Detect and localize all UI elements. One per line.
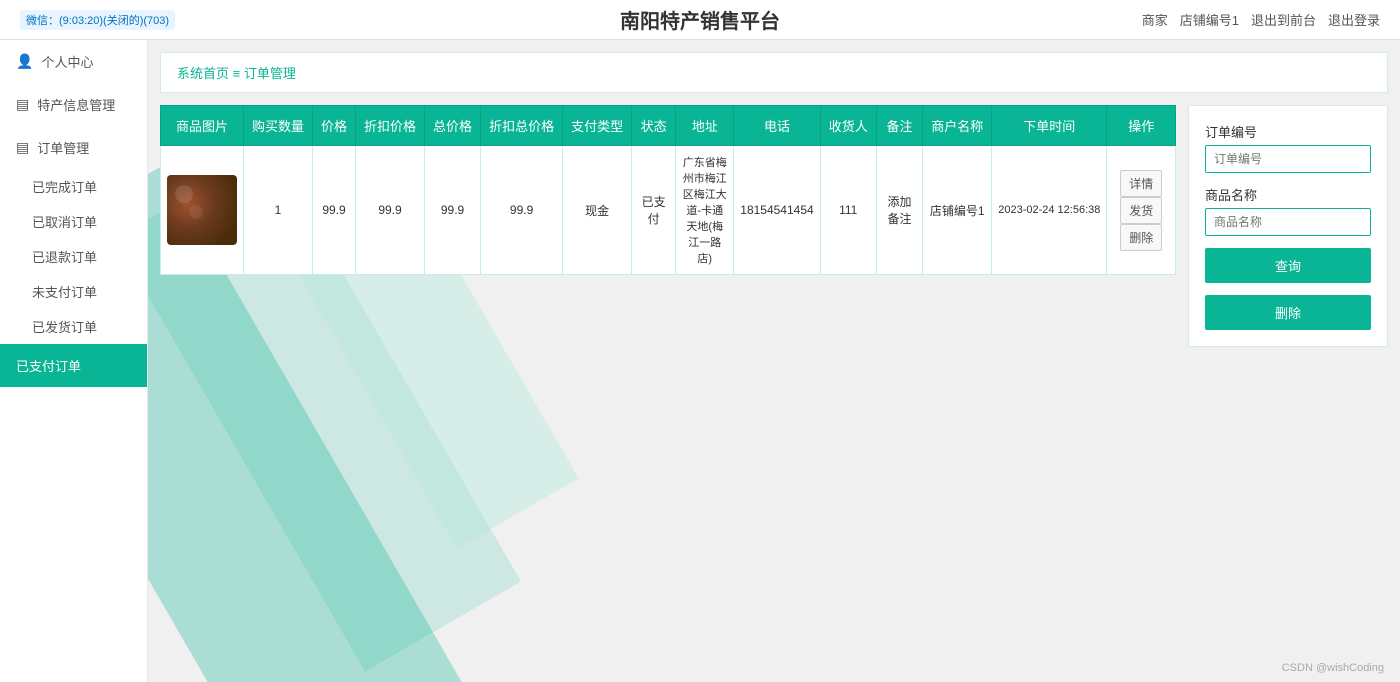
breadcrumb: 系统首页 ≡ 订单管理 [160, 52, 1388, 93]
search-button[interactable]: 查询 [1205, 248, 1371, 283]
order-no-label: 订单编号 [1205, 122, 1371, 141]
sidebar-item-orders[interactable]: ▤ 订单管理 [0, 126, 147, 169]
cell-price: 99.9 [313, 146, 356, 275]
col-remark: 备注 [876, 106, 923, 146]
col-receiver: 收货人 [820, 106, 876, 146]
product-image [167, 175, 237, 245]
sidebar: 👤 个人中心 ▤ 特产信息管理 ▤ 订单管理 已完成订单 已取消订单 已退款订单… [0, 40, 148, 682]
order-no-section: 订单编号 [1205, 122, 1371, 173]
main-area: 系统首页 ≡ 订单管理 商品图片 购买数量 价格 [148, 40, 1400, 682]
breadcrumb-current: 订单管理 [244, 66, 296, 81]
cell-image [161, 146, 244, 275]
top-nav: 商家 店铺编号1 退出到前台 退出登录 [1142, 10, 1380, 29]
nav-store[interactable]: 店铺编号1 [1180, 10, 1239, 29]
sidebar-item-cancelled[interactable]: 已取消订单 [0, 204, 147, 239]
site-title: 南阳特产销售平台 [620, 5, 780, 34]
products-icon: ▤ [16, 96, 29, 113]
col-discount-price: 折扣价格 [356, 106, 425, 146]
cell-merchant: 店铺编号1 [923, 146, 992, 275]
cell-total: 99.9 [425, 146, 481, 275]
sidebar-item-products[interactable]: ▤ 特产信息管理 [0, 83, 147, 126]
breadcrumb-separator: ≡ [233, 66, 244, 81]
content-area: 商品图片 购买数量 价格 折扣价格 总价格 折扣总价格 支付类型 状态 地址 电… [160, 105, 1388, 682]
sidebar-label-orders: 订单管理 [37, 138, 89, 157]
footer: CSDN @wishCoding [1282, 662, 1384, 674]
delete-button[interactable]: 删除 [1205, 295, 1371, 330]
col-phone: 电话 [734, 106, 820, 146]
col-image: 商品图片 [161, 106, 244, 146]
order-no-input[interactable] [1205, 145, 1371, 173]
detail-button[interactable]: 详情 [1120, 170, 1162, 197]
sidebar-item-shipped[interactable]: 已发货订单 [0, 309, 147, 344]
col-address: 地址 [676, 106, 734, 146]
col-price: 价格 [313, 106, 356, 146]
debug-info: 微信：(9:03:20)(关闭的)(703) [20, 10, 175, 30]
col-actions: 操作 [1107, 106, 1176, 146]
cell-status: 已支付 [632, 146, 676, 275]
table-area[interactable]: 商品图片 购买数量 价格 折扣价格 总价格 折扣总价格 支付类型 状态 地址 电… [160, 105, 1176, 682]
cell-receiver: 111 [820, 146, 876, 275]
sidebar-item-refund[interactable]: 已退款订单 [0, 239, 147, 274]
delete-row-button[interactable]: 删除 [1120, 224, 1162, 251]
orders-table: 商品图片 购买数量 价格 折扣价格 总价格 折扣总价格 支付类型 状态 地址 电… [160, 105, 1176, 275]
sidebar-item-profile[interactable]: 👤 个人中心 [0, 40, 147, 83]
cell-actions: 详情 发货 删除 [1107, 146, 1176, 275]
top-header: 微信：(9:03:20)(关闭的)(703) 南阳特产销售平台 商家 店铺编号1… [0, 0, 1400, 40]
sidebar-item-paid[interactable]: 已支付订单 [0, 344, 147, 387]
cell-phone: 18154541454 [734, 146, 820, 275]
sidebar-item-completed[interactable]: 已完成订单 [0, 169, 147, 204]
cell-remark: 添加备注 [876, 146, 923, 275]
nav-merchant[interactable]: 商家 [1142, 10, 1168, 29]
sidebar-label-products: 特产信息管理 [37, 95, 115, 114]
col-discount-total: 折扣总价格 [481, 106, 563, 146]
col-payment: 支付类型 [563, 106, 632, 146]
table-row: 1 99.9 99.9 99.9 99.9 现金 已支付 广东省梅州市梅江区梅江… [161, 146, 1176, 275]
product-name-input[interactable] [1205, 208, 1371, 236]
nav-frontend[interactable]: 退出到前台 [1251, 10, 1316, 29]
right-panel: 订单编号 商品名称 查询 删除 [1188, 105, 1388, 347]
cell-quantity: 1 [244, 146, 313, 275]
col-quantity: 购买数量 [244, 106, 313, 146]
col-status: 状态 [632, 106, 676, 146]
col-merchant: 商户名称 [923, 106, 992, 146]
col-time: 下单时间 [992, 106, 1107, 146]
nav-logout[interactable]: 退出登录 [1328, 10, 1380, 29]
sidebar-item-unpaid[interactable]: 未支付订单 [0, 274, 147, 309]
cell-payment: 现金 [563, 146, 632, 275]
cell-time: 2023-02-24 12:56:38 [992, 146, 1107, 275]
layout: 👤 个人中心 ▤ 特产信息管理 ▤ 订单管理 已完成订单 已取消订单 已退款订单… [0, 40, 1400, 682]
product-name-label: 商品名称 [1205, 185, 1371, 204]
col-total: 总价格 [425, 106, 481, 146]
table-header-row: 商品图片 购买数量 价格 折扣价格 总价格 折扣总价格 支付类型 状态 地址 电… [161, 106, 1176, 146]
profile-icon: 👤 [16, 53, 33, 70]
ship-button[interactable]: 发货 [1120, 197, 1162, 224]
breadcrumb-home[interactable]: 系统首页 [177, 66, 229, 81]
product-name-section: 商品名称 [1205, 185, 1371, 236]
cell-discount-total: 99.9 [481, 146, 563, 275]
cell-discount-price: 99.9 [356, 146, 425, 275]
orders-icon: ▤ [16, 139, 29, 156]
sidebar-label-profile: 个人中心 [41, 52, 93, 71]
cell-address: 广东省梅州市梅江区梅江大道-卡通天地(梅江一路店) [676, 146, 734, 275]
sidebar-label-paid: 已支付订单 [16, 356, 81, 375]
